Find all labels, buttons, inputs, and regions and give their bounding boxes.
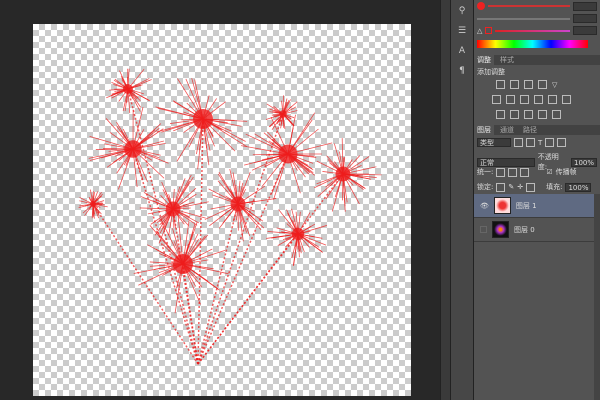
blend-mode-select[interactable]: 正常	[477, 157, 535, 167]
eye-icon[interactable]: 👁	[480, 202, 489, 210]
firework-core	[193, 109, 213, 129]
firework-trail	[197, 173, 344, 365]
warning-icon: △	[477, 26, 483, 35]
color-lookup-icon[interactable]	[562, 95, 571, 104]
brightness-icon[interactable]	[496, 80, 505, 89]
gradient-map-icon[interactable]	[538, 110, 547, 119]
firework-core	[165, 201, 181, 217]
curves-icon[interactable]	[524, 80, 533, 89]
layer-filter-select[interactable]: 类型	[477, 138, 511, 147]
propagate-checkbox[interactable]: ☑	[546, 168, 552, 176]
gamut-swatch[interactable]	[485, 27, 493, 34]
color-slider[interactable]	[495, 29, 570, 32]
layer-thumbnail	[493, 197, 511, 214]
levels-icon[interactable]	[510, 80, 519, 89]
firework-trail	[197, 153, 289, 365]
threshold-icon[interactable]	[524, 110, 533, 119]
firework-trail	[197, 113, 284, 365]
exposure-icon[interactable]	[538, 80, 547, 89]
panel-collapse-strip[interactable]	[440, 0, 450, 400]
tab-adjustments[interactable]: 调整	[474, 55, 494, 65]
filter-smart-icon[interactable]	[557, 138, 567, 147]
black-white-icon[interactable]	[520, 95, 529, 104]
filter-adjust-icon[interactable]	[526, 138, 535, 147]
firework-core	[335, 166, 351, 182]
lock-pixels-icon[interactable]: ✎	[508, 183, 514, 191]
lock-all-icon[interactable]	[526, 182, 536, 192]
adjustments-title: 添加调整	[477, 68, 505, 76]
layer-row[interactable]: 图层 0	[474, 218, 600, 242]
firework-trail	[92, 203, 199, 365]
firework-core	[291, 227, 305, 241]
firework-core	[278, 144, 298, 164]
unify-style-icon[interactable]	[520, 167, 530, 177]
color-value[interactable]	[573, 1, 597, 11]
hue-saturation-icon[interactable]	[492, 95, 501, 104]
paragraph-icon[interactable]: ¶	[455, 66, 469, 78]
color-swatch[interactable]	[477, 2, 485, 10]
firework-core	[124, 140, 142, 158]
brush-settings-icon[interactable]: ☰	[455, 26, 469, 38]
lock-transparency-icon[interactable]	[496, 182, 506, 192]
posterize-icon[interactable]	[510, 110, 519, 119]
unify-visibility-icon[interactable]	[508, 167, 518, 177]
panel-icon-bar: ⚲ ☰ A ¶	[450, 0, 474, 400]
firework-trail	[197, 233, 299, 365]
photo-filter-icon[interactable]	[534, 95, 543, 104]
firework-core	[279, 110, 287, 118]
visibility-toggle[interactable]	[480, 226, 487, 233]
layer-name[interactable]: 图层 0	[514, 225, 535, 235]
color-balance-icon[interactable]	[506, 95, 515, 104]
fireworks-image	[78, 68, 382, 365]
layers-scrollbar[interactable]	[594, 194, 600, 400]
firework-core	[123, 84, 133, 94]
firework-core	[230, 196, 246, 212]
right-panel: △ 调整 样式 添加调整 ▽ 图层 通道 路径 类型 T 正常 不透明度: 100% 统一:…	[474, 0, 600, 400]
layer-thumbnail	[492, 221, 509, 238]
opacity-input[interactable]: 100%	[570, 157, 597, 167]
tab-paths[interactable]: 路径	[520, 125, 540, 135]
character-icon[interactable]: A	[455, 46, 469, 58]
color-value[interactable]	[573, 26, 597, 35]
firework-core	[90, 201, 96, 207]
tab-styles[interactable]: 样式	[497, 55, 517, 65]
vibrance-icon[interactable]: ▽	[552, 81, 557, 89]
layer-row[interactable]: 👁 图层 1	[474, 194, 600, 218]
fill-label: 填充:	[546, 183, 563, 191]
propagate-label: 传播帧	[555, 168, 577, 176]
firework-core	[173, 254, 193, 274]
lock-position-icon[interactable]: ✛	[517, 183, 523, 191]
tab-layers[interactable]: 图层	[474, 125, 494, 135]
tab-channels[interactable]: 通道	[497, 125, 517, 135]
color-slider[interactable]	[477, 17, 570, 20]
filter-shape-icon[interactable]	[545, 138, 555, 147]
layer-name[interactable]: 图层 1	[516, 201, 537, 211]
filter-type-icon[interactable]: T	[538, 139, 542, 147]
unify-position-icon[interactable]	[496, 167, 506, 177]
document-canvas[interactable]	[33, 24, 411, 396]
filter-pixel-icon[interactable]	[514, 138, 523, 147]
unify-label: 统一:	[477, 168, 494, 176]
invert-icon[interactable]	[496, 110, 505, 119]
firework-trail	[197, 203, 239, 365]
color-value[interactable]	[573, 14, 597, 23]
history-icon[interactable]: ⚲	[455, 6, 469, 18]
color-spectrum[interactable]	[477, 40, 588, 48]
channel-mixer-icon[interactable]	[548, 95, 557, 104]
color-slider[interactable]	[488, 5, 570, 7]
selective-color-icon[interactable]	[552, 110, 561, 119]
fill-input[interactable]: 100%	[565, 182, 592, 192]
lock-label: 锁定:	[477, 183, 494, 191]
